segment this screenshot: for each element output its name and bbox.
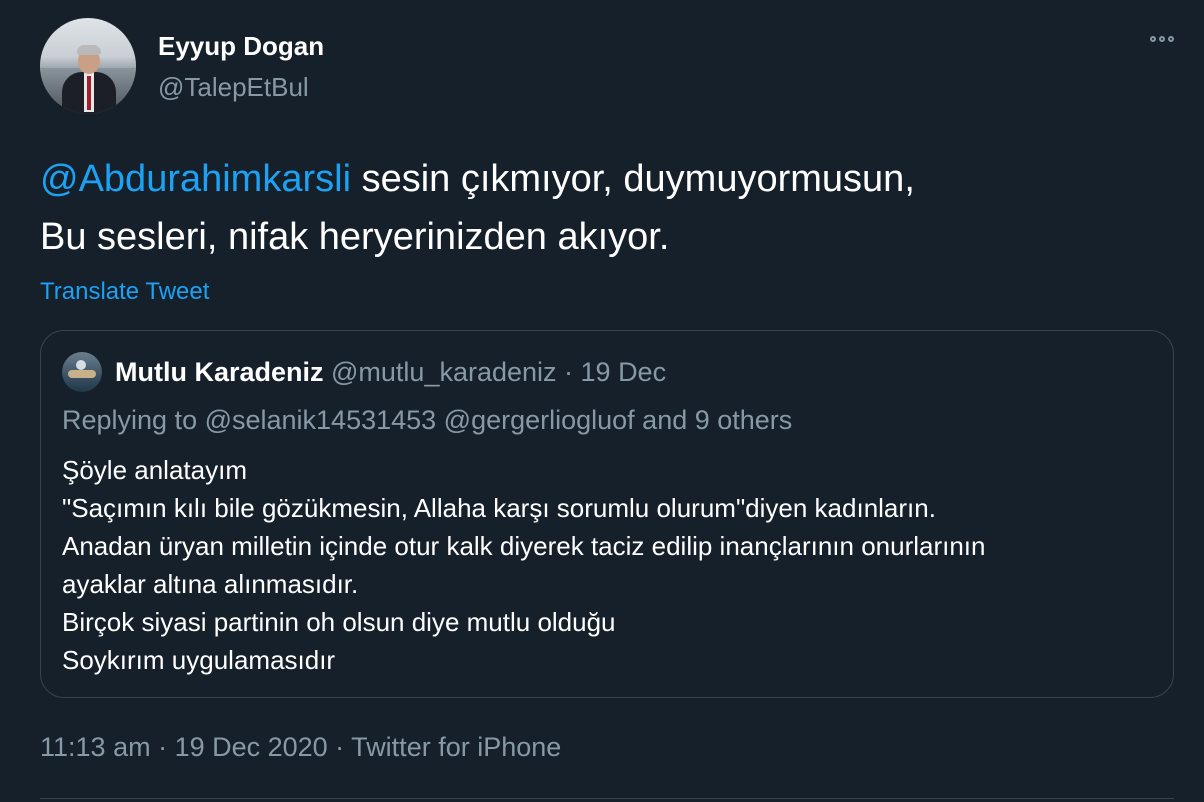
quoted-author-meta: @mutlu_karadeniz · 19 Dec [323, 357, 667, 387]
more-dot [1159, 36, 1165, 42]
quoted-author-avatar[interactable] [62, 352, 102, 392]
quoted-text-line: Anadan üryan milletin içinde otur kalk d… [62, 531, 986, 561]
avatar-figure-tie [87, 76, 91, 110]
divider [40, 798, 1174, 799]
avatar-graphic [68, 370, 96, 378]
author-display-name[interactable]: Eyyup Dogan [158, 31, 324, 62]
more-dot [1150, 36, 1156, 42]
quoted-tweet[interactable]: Mutlu Karadeniz @mutlu_karadeniz · 19 De… [40, 330, 1174, 698]
tweet-text: @Abdurahimkarsli sesin çıkmıyor, duymuyo… [40, 150, 1160, 266]
tweet-text-line-1-rest: sesin çıkmıyor, duymuyormusun, [351, 158, 915, 200]
avatar-graphic [76, 360, 86, 370]
translate-tweet-link[interactable]: Translate Tweet [40, 278, 209, 306]
quoted-text-line: Şöyle anlatayım [62, 455, 247, 485]
tweet-text-line-2: Bu sesleri, nifak heryerinizden akıyor. [40, 216, 670, 258]
quoted-text-line: Soykırım uygulamasıdır [62, 645, 336, 675]
tweet-card: Eyyup Dogan @TalepEtBul @Abdurahimkarsli… [0, 0, 1204, 802]
quoted-text-line: "Saçımın kılı bile gözükmesin, Allaha ka… [62, 493, 936, 523]
tweet-text-line-1: @Abdurahimkarsli sesin çıkmıyor, duymuyo… [40, 150, 1160, 208]
quoted-replying-to: Replying to @selanik14531453 @gergerliog… [62, 405, 793, 435]
quoted-author-display-name[interactable]: Mutlu Karadeniz [115, 357, 324, 387]
more-dot [1168, 36, 1174, 42]
quoted-text-line: Birçok siyasi partinin oh olsun diye mut… [62, 607, 616, 637]
quoted-tweet-header: Mutlu Karadeniz @mutlu_karadeniz · 19 De… [115, 357, 666, 388]
quoted-text-line: ayaklar altına alınmasıdır. [62, 569, 359, 599]
tweet-mention-link[interactable]: @Abdurahimkarsli [40, 158, 351, 200]
author-avatar[interactable] [40, 18, 136, 114]
quoted-tweet-text: Şöyle anlatayım "Saçımın kılı bile gözük… [62, 451, 1162, 679]
avatar-figure-hair [77, 45, 101, 55]
more-horizontal-icon[interactable] [1150, 36, 1174, 42]
author-handle[interactable]: @TalepEtBul [158, 72, 309, 103]
tweet-timestamp[interactable]: 11:13 am · 19 Dec 2020 · Twitter for iPh… [40, 732, 561, 763]
